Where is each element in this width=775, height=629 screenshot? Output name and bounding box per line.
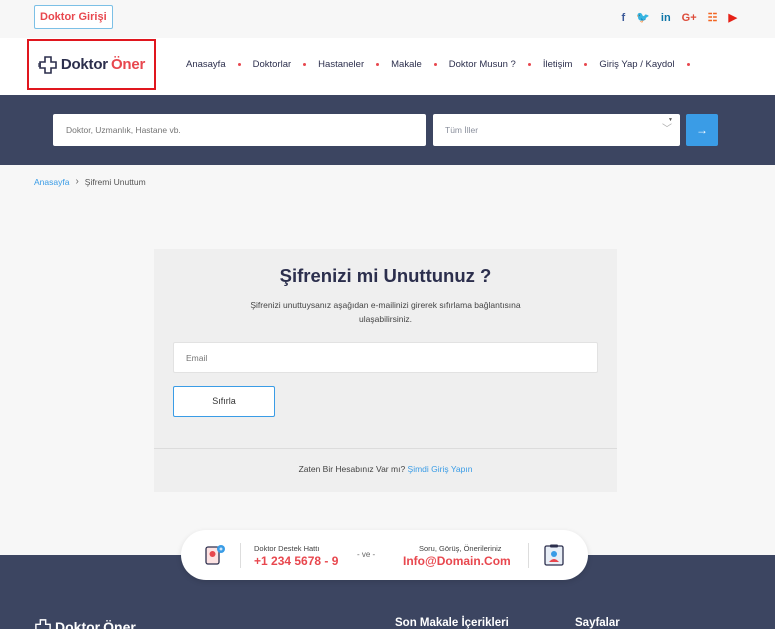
- pill-divider: [528, 543, 529, 568]
- contact-label: Soru, Görüş, Önerileriniz: [419, 544, 502, 553]
- doctor-login-button[interactable]: Doktor Girişi: [34, 5, 113, 29]
- support-bar: Doktor Destek Hattı +1 234 5678 - 9 - ve…: [181, 530, 588, 580]
- linkedin-icon[interactable]: in: [661, 12, 671, 24]
- nav-item[interactable]: Hastaneler: [318, 59, 364, 70]
- social-links: f 🐦 in G+ ☷ ▶: [622, 12, 737, 24]
- forgot-password-card: Şifrenizi mi Unuttunuz ? Şifrenizi unutt…: [154, 249, 617, 492]
- pill-divider: [240, 543, 241, 568]
- chevron-down-icon: ﹀: [662, 124, 672, 135]
- login-prompt-text: Zaten Bir Hesabınız Var mı?: [298, 464, 406, 474]
- contact-email[interactable]: Info@Domain.Com: [403, 554, 511, 568]
- card-description: Şifrenizi unuttuysanız aşağıdan e-mailin…: [250, 300, 521, 324]
- email-field[interactable]: [173, 342, 598, 373]
- twitter-icon[interactable]: 🐦: [636, 12, 650, 24]
- nav-separator-dot: [433, 63, 437, 66]
- logo-text-oner: Öner: [110, 56, 146, 73]
- login-link[interactable]: Şimdi Giriş Yapın: [408, 464, 473, 474]
- youtube-icon[interactable]: ▶: [729, 12, 737, 24]
- nav-separator-dot: [303, 63, 307, 66]
- rss-icon[interactable]: ☷: [708, 12, 718, 24]
- medical-cross-icon: [35, 619, 51, 629]
- footer-logo[interactable]: Doktor Öner: [34, 619, 136, 629]
- nav-separator-dot: [686, 63, 690, 66]
- breadcrumb: Anasayfa › Şifremi Unuttum: [34, 176, 146, 187]
- breadcrumb-home-link[interactable]: Anasayfa: [34, 177, 69, 187]
- nav-separator-dot: [237, 63, 241, 66]
- breadcrumb-current: Şifremi Unuttum: [84, 176, 146, 187]
- search-input[interactable]: [53, 114, 426, 146]
- city-select[interactable]: Tüm İller ▼ ﹀: [433, 114, 680, 146]
- facebook-icon[interactable]: f: [622, 12, 626, 24]
- logo-highlight-box[interactable]: Doktor Öner: [27, 39, 156, 90]
- logo-text-doktor: Doktor: [60, 56, 108, 73]
- nav-separator-dot: [584, 63, 588, 66]
- nav-item[interactable]: Makale: [391, 59, 422, 70]
- footer-logo-text-doktor: Doktor: [55, 619, 101, 629]
- doctor-phone-icon: [205, 545, 225, 565]
- arrow-right-icon: →: [696, 123, 708, 137]
- site-logo[interactable]: Doktor Öner: [37, 55, 146, 74]
- google-plus-icon[interactable]: G+: [682, 12, 697, 24]
- nav-item[interactable]: Giriş Yap / Kaydol: [599, 59, 674, 70]
- nav-menu: Anasayfa Doktorlar Hastaneler Makale Doktor …: [186, 59, 702, 70]
- clipboard-doctor-icon: [544, 544, 564, 566]
- footer-logo-text-oner: Öner: [103, 619, 136, 629]
- or-separator: - ve -: [357, 550, 376, 559]
- medical-cross-icon: [37, 55, 57, 74]
- city-select-value: Tüm İller: [445, 125, 479, 135]
- nav-separator-dot: [527, 63, 531, 66]
- nav-item[interactable]: Doktor Musun ?: [449, 59, 516, 70]
- chevron-right-icon: ›: [75, 176, 79, 187]
- footer-heading-pages: Sayfalar: [575, 617, 620, 629]
- nav-item[interactable]: İletişim: [543, 59, 573, 70]
- divider: [154, 448, 617, 449]
- main-navbar: Doktor Öner Anasayfa Doktorlar Hastaneler M…: [0, 38, 775, 95]
- page-title: Şifrenizi mi Unuttunuz ?: [279, 265, 492, 286]
- search-button[interactable]: →: [686, 114, 718, 146]
- footer-heading-articles: Son Makale İçerikleri: [395, 617, 509, 629]
- nav-item[interactable]: Doktorlar: [253, 59, 292, 70]
- nav-item[interactable]: Anasayfa: [186, 59, 226, 70]
- search-band: Tüm İller ▼ ﹀ →: [0, 95, 775, 165]
- top-bar: Doktor Girişi f 🐦 in G+ ☷ ▶: [0, 0, 775, 38]
- login-prompt: Zaten Bir Hesabınız Var mı? Şimdi Giriş …: [154, 464, 617, 474]
- reset-button[interactable]: Sıfırla: [173, 386, 275, 417]
- hotline-number[interactable]: +1 234 5678 - 9: [254, 554, 338, 568]
- nav-separator-dot: [376, 63, 380, 66]
- hotline-label: Doktor Destek Hattı: [254, 544, 320, 553]
